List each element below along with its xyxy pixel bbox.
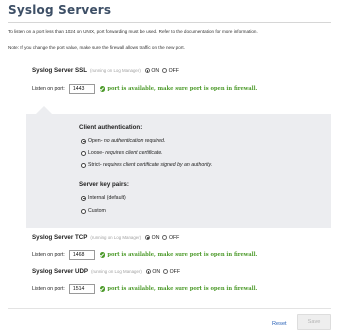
- ssl-port-row: Listen on port: 1443 port is available, …: [32, 84, 257, 94]
- ssl-port-status: port is available, make sure port is ope…: [107, 86, 258, 92]
- server-key-heading: Server key pairs:: [79, 181, 129, 188]
- check-circle-icon: [99, 286, 106, 292]
- udp-on-radio[interactable]: [145, 269, 151, 274]
- tcp-on-label[interactable]: ON: [152, 235, 160, 241]
- ssl-server-hint: (running on Log Manager): [90, 68, 141, 73]
- client-auth-loose-radio[interactable]: [81, 150, 86, 156]
- tcp-port-status: port is available, make sure port is ope…: [107, 252, 258, 258]
- udp-server-label: Syslog Server UDP: [32, 268, 89, 275]
- client-auth-open-label: Open: [88, 138, 101, 144]
- save-button[interactable]: Save: [297, 314, 331, 330]
- check-circle-icon: [99, 86, 106, 92]
- port-forwarding-note: To listen on a port less than 1024 on UN…: [8, 29, 258, 34]
- client-auth-loose-label: Loose: [88, 150, 103, 156]
- tcp-port-label: Listen on port:: [32, 252, 65, 258]
- tcp-off-label[interactable]: OFF: [169, 235, 179, 241]
- ssl-on-label[interactable]: ON: [151, 68, 159, 74]
- udp-port-status: port is available, make sure port is ope…: [107, 286, 258, 292]
- client-auth-strict-desc: - requires client certificate signed by …: [99, 162, 213, 168]
- tcp-server-label: Syslog Server TCP: [32, 234, 88, 241]
- ssl-port-label: Listen on port:: [32, 86, 65, 92]
- server-key-custom-radio[interactable]: [81, 208, 86, 214]
- tcp-port-row: Listen on port: 1468 port is available, …: [32, 250, 257, 260]
- tcp-on-radio[interactable]: [145, 235, 151, 240]
- firewall-note: Note: If you change the port value, make…: [8, 45, 185, 50]
- footer-divider: [8, 308, 331, 309]
- ssl-off-label[interactable]: OFF: [169, 68, 179, 74]
- client-auth-open-radio[interactable]: [81, 138, 86, 144]
- server-key-internal-radio[interactable]: [81, 195, 86, 201]
- udp-off-label[interactable]: OFF: [170, 269, 180, 275]
- client-auth-option-open[interactable]: Open - no authentication required.: [81, 138, 165, 144]
- server-key-internal-label: Internal (default): [88, 195, 126, 201]
- udp-server-row: Syslog Server UDP (running on Log Manage…: [32, 268, 183, 275]
- udp-port-label: Listen on port:: [32, 286, 65, 292]
- udp-port-input[interactable]: 1514: [68, 284, 95, 294]
- client-auth-loose-desc: - requires client certificate.: [102, 150, 163, 156]
- tcp-server-row: Syslog Server TCP (running on Log Manage…: [32, 234, 182, 241]
- server-key-option-custom[interactable]: Custom: [81, 208, 106, 214]
- check-circle-icon: [99, 252, 106, 258]
- ssl-server-row: Syslog Server SSL (running on Log Manage…: [32, 67, 182, 74]
- ssl-off-radio[interactable]: [162, 68, 168, 73]
- panel-pointer: [36, 106, 52, 114]
- page-title: Syslog Servers: [8, 3, 112, 17]
- tcp-server-hint: (running on Log Manager): [90, 235, 142, 240]
- title-divider: [8, 22, 331, 23]
- client-auth-option-loose[interactable]: Loose - requires client certificate.: [81, 150, 163, 156]
- reset-button[interactable]: Reset: [272, 321, 287, 327]
- ssl-on-radio[interactable]: [144, 68, 150, 73]
- tcp-off-radio[interactable]: [162, 235, 168, 240]
- tcp-port-input[interactable]: 1468: [68, 250, 95, 260]
- client-auth-heading: Client authentication:: [79, 124, 143, 131]
- udp-on-label[interactable]: ON: [152, 269, 160, 275]
- ssl-server-label: Syslog Server SSL: [32, 67, 88, 74]
- server-key-custom-label: Custom: [88, 208, 106, 214]
- client-auth-option-strict[interactable]: Strict - requires client certificate sig…: [81, 162, 212, 168]
- udp-off-radio[interactable]: [163, 269, 169, 274]
- client-auth-strict-label: Strict: [88, 162, 100, 168]
- udp-port-row: Listen on port: 1514 port is available, …: [32, 284, 257, 294]
- udp-server-hint: (running on Log Manager): [91, 269, 142, 274]
- client-auth-strict-radio[interactable]: [81, 162, 86, 168]
- ssl-options-panel: [26, 114, 331, 228]
- ssl-port-input[interactable]: 1443: [68, 84, 95, 94]
- client-auth-open-desc: - no authentication required.: [100, 138, 166, 144]
- server-key-option-internal[interactable]: Internal (default): [81, 195, 126, 201]
